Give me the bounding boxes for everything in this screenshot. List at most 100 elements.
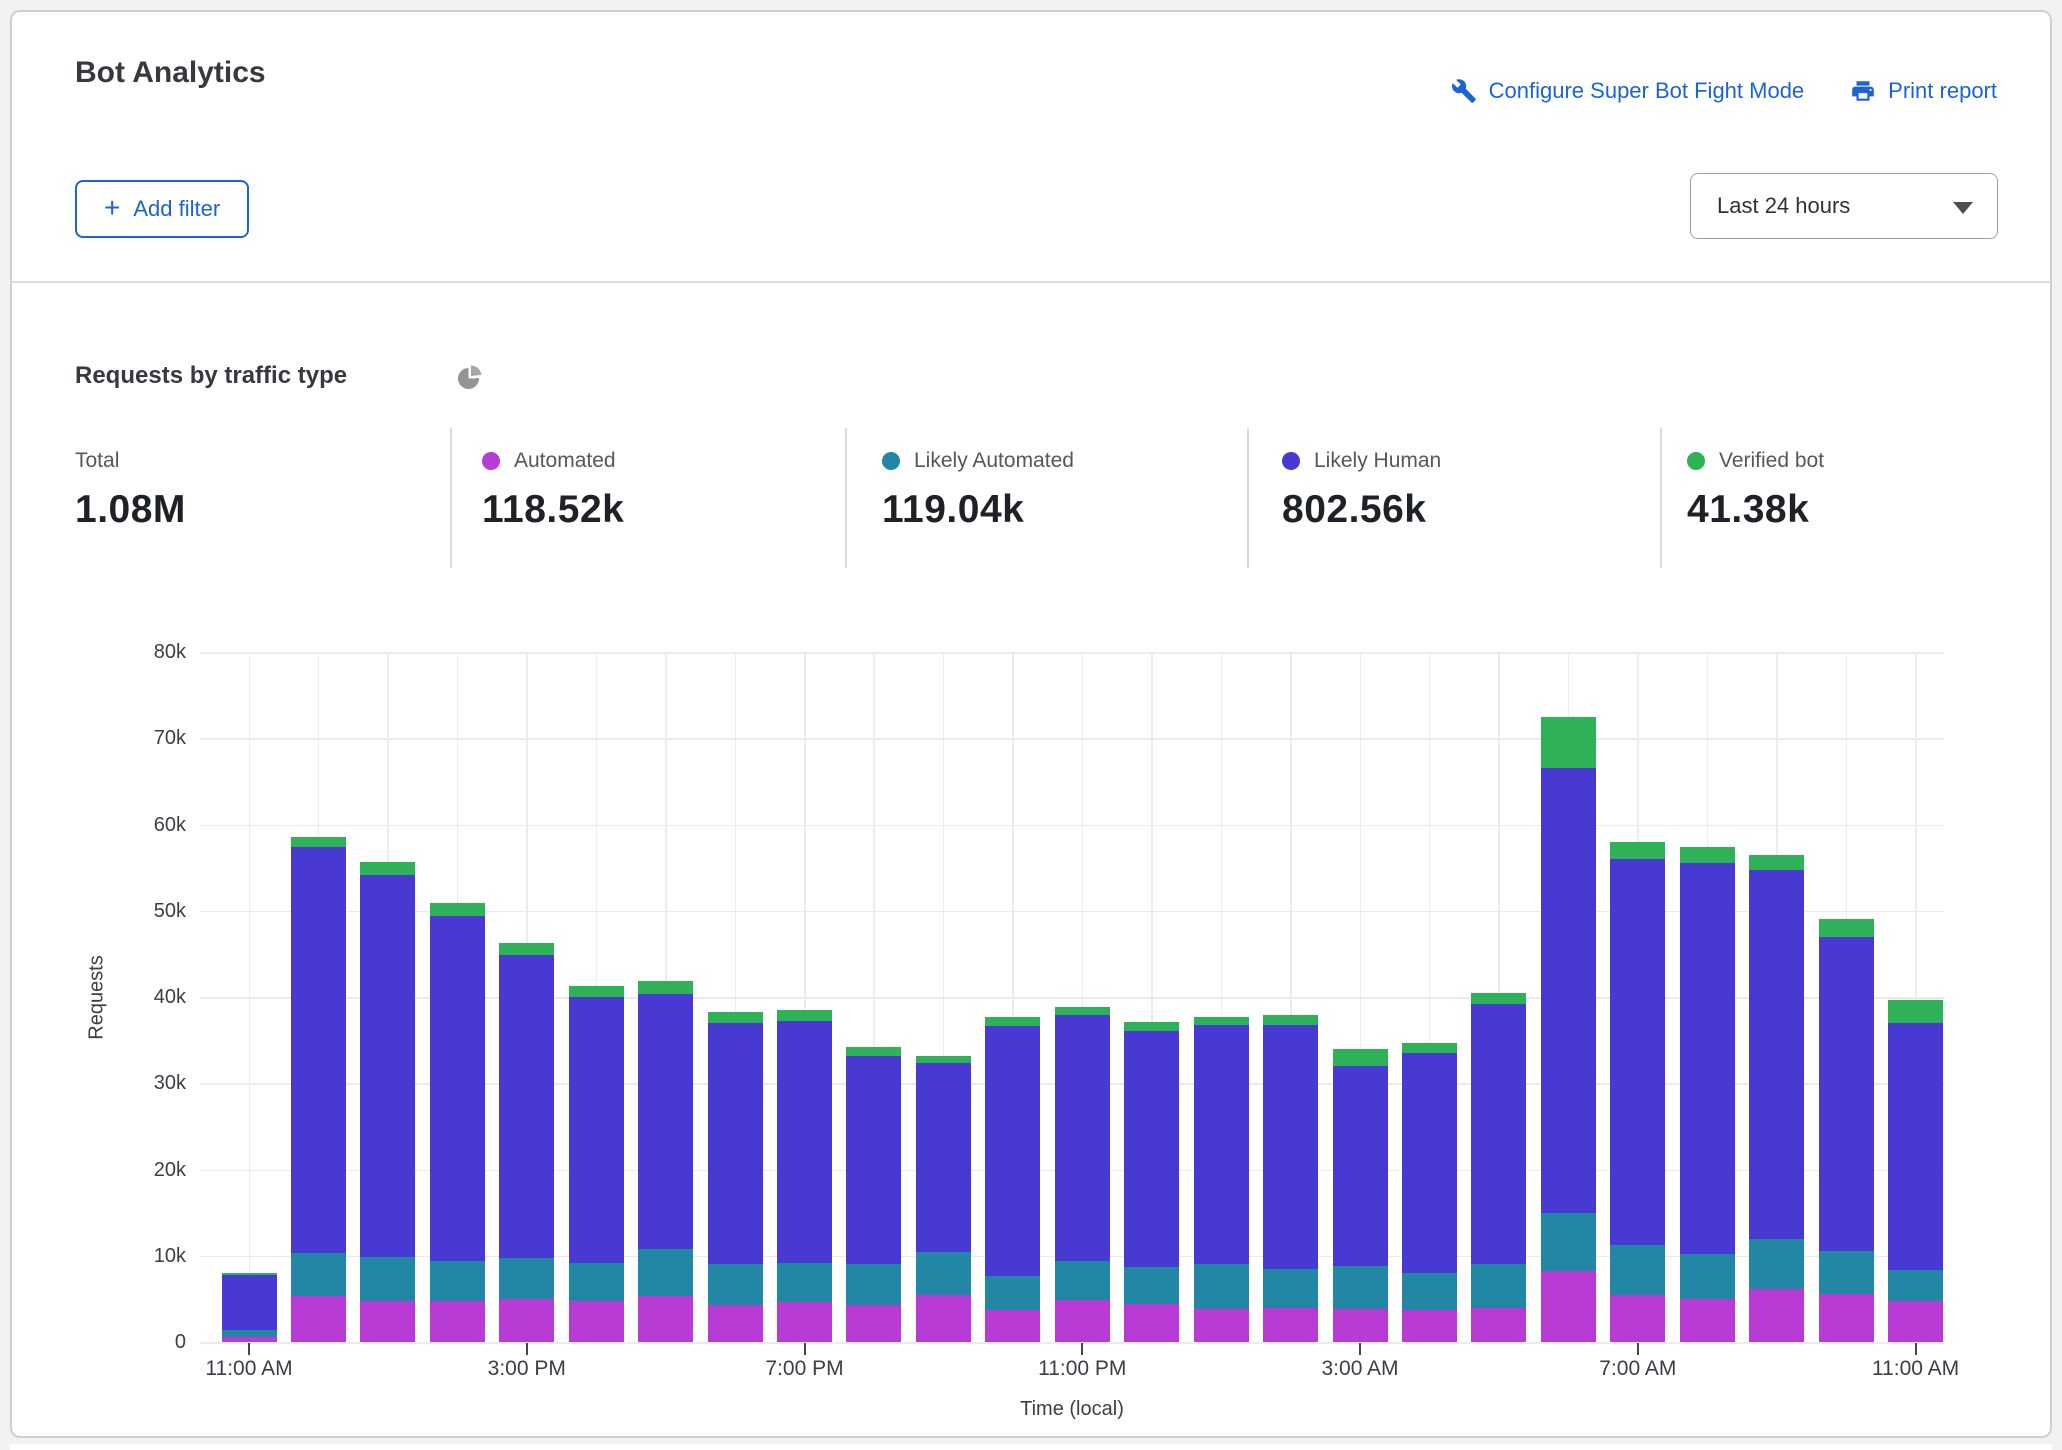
bar-segment[interactable]	[916, 1063, 971, 1252]
bar-segment[interactable]	[846, 1264, 901, 1305]
bar-segment[interactable]	[1333, 1049, 1388, 1066]
bar-segment[interactable]	[777, 1263, 832, 1303]
bar-segment[interactable]	[638, 994, 693, 1248]
bar-segment[interactable]	[1680, 1254, 1735, 1299]
bar-segment[interactable]	[360, 875, 415, 1257]
bar-segment[interactable]	[1124, 1031, 1179, 1267]
bar-segment[interactable]	[569, 1263, 624, 1301]
bar-segment[interactable]	[1541, 717, 1596, 769]
bar-segment[interactable]	[1888, 1023, 1943, 1271]
bar-segment[interactable]	[1124, 1304, 1179, 1342]
bar-segment[interactable]	[430, 903, 485, 916]
bar-segment[interactable]	[1055, 1300, 1110, 1342]
bar-segment[interactable]	[985, 1017, 1040, 1026]
bar-segment[interactable]	[291, 1253, 346, 1296]
bar-segment[interactable]	[1124, 1022, 1179, 1031]
bar-segment[interactable]	[430, 1301, 485, 1342]
bar-segment[interactable]	[777, 1010, 832, 1021]
bar-segment[interactable]	[1610, 1245, 1665, 1296]
bar-segment[interactable]	[985, 1026, 1040, 1275]
bar-segment[interactable]	[1333, 1066, 1388, 1266]
bar-segment[interactable]	[1402, 1273, 1457, 1310]
bar-segment[interactable]	[1541, 768, 1596, 1212]
bar-segment[interactable]	[708, 1305, 763, 1342]
bar-segment[interactable]	[916, 1295, 971, 1342]
bar-segment[interactable]	[360, 1257, 415, 1300]
bar-segment[interactable]	[1194, 1309, 1249, 1342]
bar-segment[interactable]	[1194, 1264, 1249, 1310]
bar-segment[interactable]	[1402, 1310, 1457, 1342]
bar-segment[interactable]	[1263, 1025, 1318, 1269]
bar-segment[interactable]	[1541, 1271, 1596, 1342]
bar-segment[interactable]	[499, 1299, 554, 1342]
configure-super-bot-fight-mode-link[interactable]: Configure Super Bot Fight Mode	[1451, 78, 1805, 104]
bar-segment[interactable]	[1194, 1025, 1249, 1263]
bar-segment[interactable]	[1610, 859, 1665, 1245]
bar-segment[interactable]	[1819, 937, 1874, 1252]
bar-segment[interactable]	[1471, 993, 1526, 1004]
bar-segment[interactable]	[1263, 1269, 1318, 1308]
bar-segment[interactable]	[1541, 1213, 1596, 1272]
bar-segment[interactable]	[569, 986, 624, 997]
bar-segment[interactable]	[985, 1310, 1040, 1342]
bar-segment[interactable]	[1749, 1289, 1804, 1342]
add-filter-button[interactable]: + Add filter	[75, 180, 249, 238]
bar-segment[interactable]	[1888, 1301, 1943, 1342]
bar-segment[interactable]	[1610, 842, 1665, 859]
bar-segment[interactable]	[430, 916, 485, 1261]
bar-segment[interactable]	[1333, 1309, 1388, 1342]
bar-segment[interactable]	[1888, 1000, 1943, 1022]
bar-segment[interactable]	[1263, 1308, 1318, 1343]
bar-segment[interactable]	[1402, 1053, 1457, 1273]
bar-segment[interactable]	[291, 847, 346, 1253]
bar-segment[interactable]	[708, 1264, 763, 1305]
bar-segment[interactable]	[1471, 1004, 1526, 1264]
bar-segment[interactable]	[1749, 870, 1804, 1238]
bar-segment[interactable]	[1055, 1015, 1110, 1261]
bar-segment[interactable]	[916, 1252, 971, 1294]
bar-segment[interactable]	[1055, 1007, 1110, 1016]
bar-segment[interactable]	[708, 1023, 763, 1265]
bar-segment[interactable]	[846, 1047, 901, 1056]
bar-segment[interactable]	[1888, 1270, 1943, 1300]
bar-segment[interactable]	[1680, 863, 1735, 1254]
bar-segment[interactable]	[1333, 1266, 1388, 1309]
bar-segment[interactable]	[1819, 919, 1874, 936]
bar-segment[interactable]	[1124, 1267, 1179, 1304]
bar-segment[interactable]	[1819, 1294, 1874, 1342]
bar-segment[interactable]	[499, 943, 554, 955]
bar-segment[interactable]	[916, 1056, 971, 1064]
bar-segment[interactable]	[430, 1261, 485, 1302]
bar-segment[interactable]	[638, 1296, 693, 1342]
bar-segment[interactable]	[777, 1021, 832, 1263]
bar-segment[interactable]	[846, 1305, 901, 1342]
bar-segment[interactable]	[222, 1330, 277, 1337]
bar-segment[interactable]	[1402, 1043, 1457, 1053]
bar-segment[interactable]	[499, 955, 554, 1259]
bar-segment[interactable]	[1819, 1251, 1874, 1293]
bar-segment[interactable]	[569, 997, 624, 1263]
bar-segment[interactable]	[846, 1056, 901, 1265]
bar-segment[interactable]	[222, 1337, 277, 1342]
bar-segment[interactable]	[291, 837, 346, 847]
bar-segment[interactable]	[638, 981, 693, 994]
bar-segment[interactable]	[1680, 1299, 1735, 1342]
bar-segment[interactable]	[1610, 1295, 1665, 1342]
bar-segment[interactable]	[291, 1296, 346, 1342]
bar-segment[interactable]	[1471, 1264, 1526, 1308]
bar-segment[interactable]	[360, 1301, 415, 1342]
bar-segment[interactable]	[1055, 1261, 1110, 1300]
bar-segment[interactable]	[1680, 847, 1735, 863]
bar-segment[interactable]	[222, 1273, 277, 1275]
print-report-link[interactable]: Print report	[1850, 78, 1997, 104]
bar-segment[interactable]	[1471, 1308, 1526, 1343]
bar-segment[interactable]	[1749, 1239, 1804, 1289]
bar-segment[interactable]	[1263, 1015, 1318, 1024]
bar-segment[interactable]	[222, 1275, 277, 1330]
time-range-dropdown[interactable]: Last 24 hours	[1690, 173, 1998, 239]
bar-segment[interactable]	[777, 1302, 832, 1342]
bar-segment[interactable]	[708, 1012, 763, 1023]
bar-segment[interactable]	[499, 1258, 554, 1299]
bar-segment[interactable]	[985, 1276, 1040, 1311]
bar-segment[interactable]	[569, 1301, 624, 1342]
